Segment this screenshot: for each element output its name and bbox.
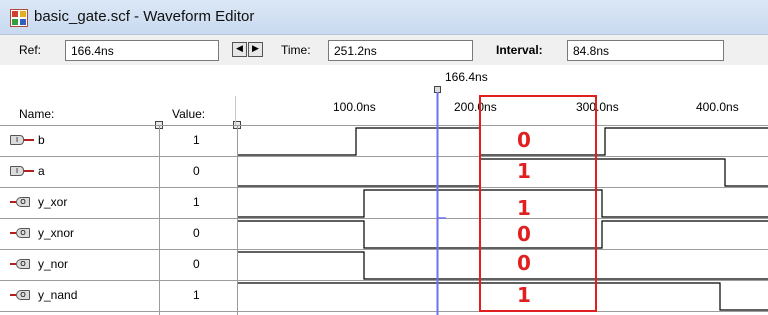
waveform-y-nor <box>238 251 768 280</box>
waveform-y-nand <box>238 282 768 311</box>
waveform-a <box>238 158 768 187</box>
highlight-value: 1 <box>517 283 531 307</box>
highlight-value: 1 <box>517 159 531 183</box>
highlight-value: 0 <box>517 222 531 246</box>
highlight-value: 1 <box>517 196 531 220</box>
waveform-b <box>238 127 768 156</box>
highlight-value: 0 <box>517 251 531 275</box>
highlight-value: 0 <box>517 128 531 152</box>
waveform-canvas[interactable] <box>0 0 768 315</box>
waveform-y-xor <box>238 189 768 218</box>
waveform-y-xnor <box>238 220 768 249</box>
